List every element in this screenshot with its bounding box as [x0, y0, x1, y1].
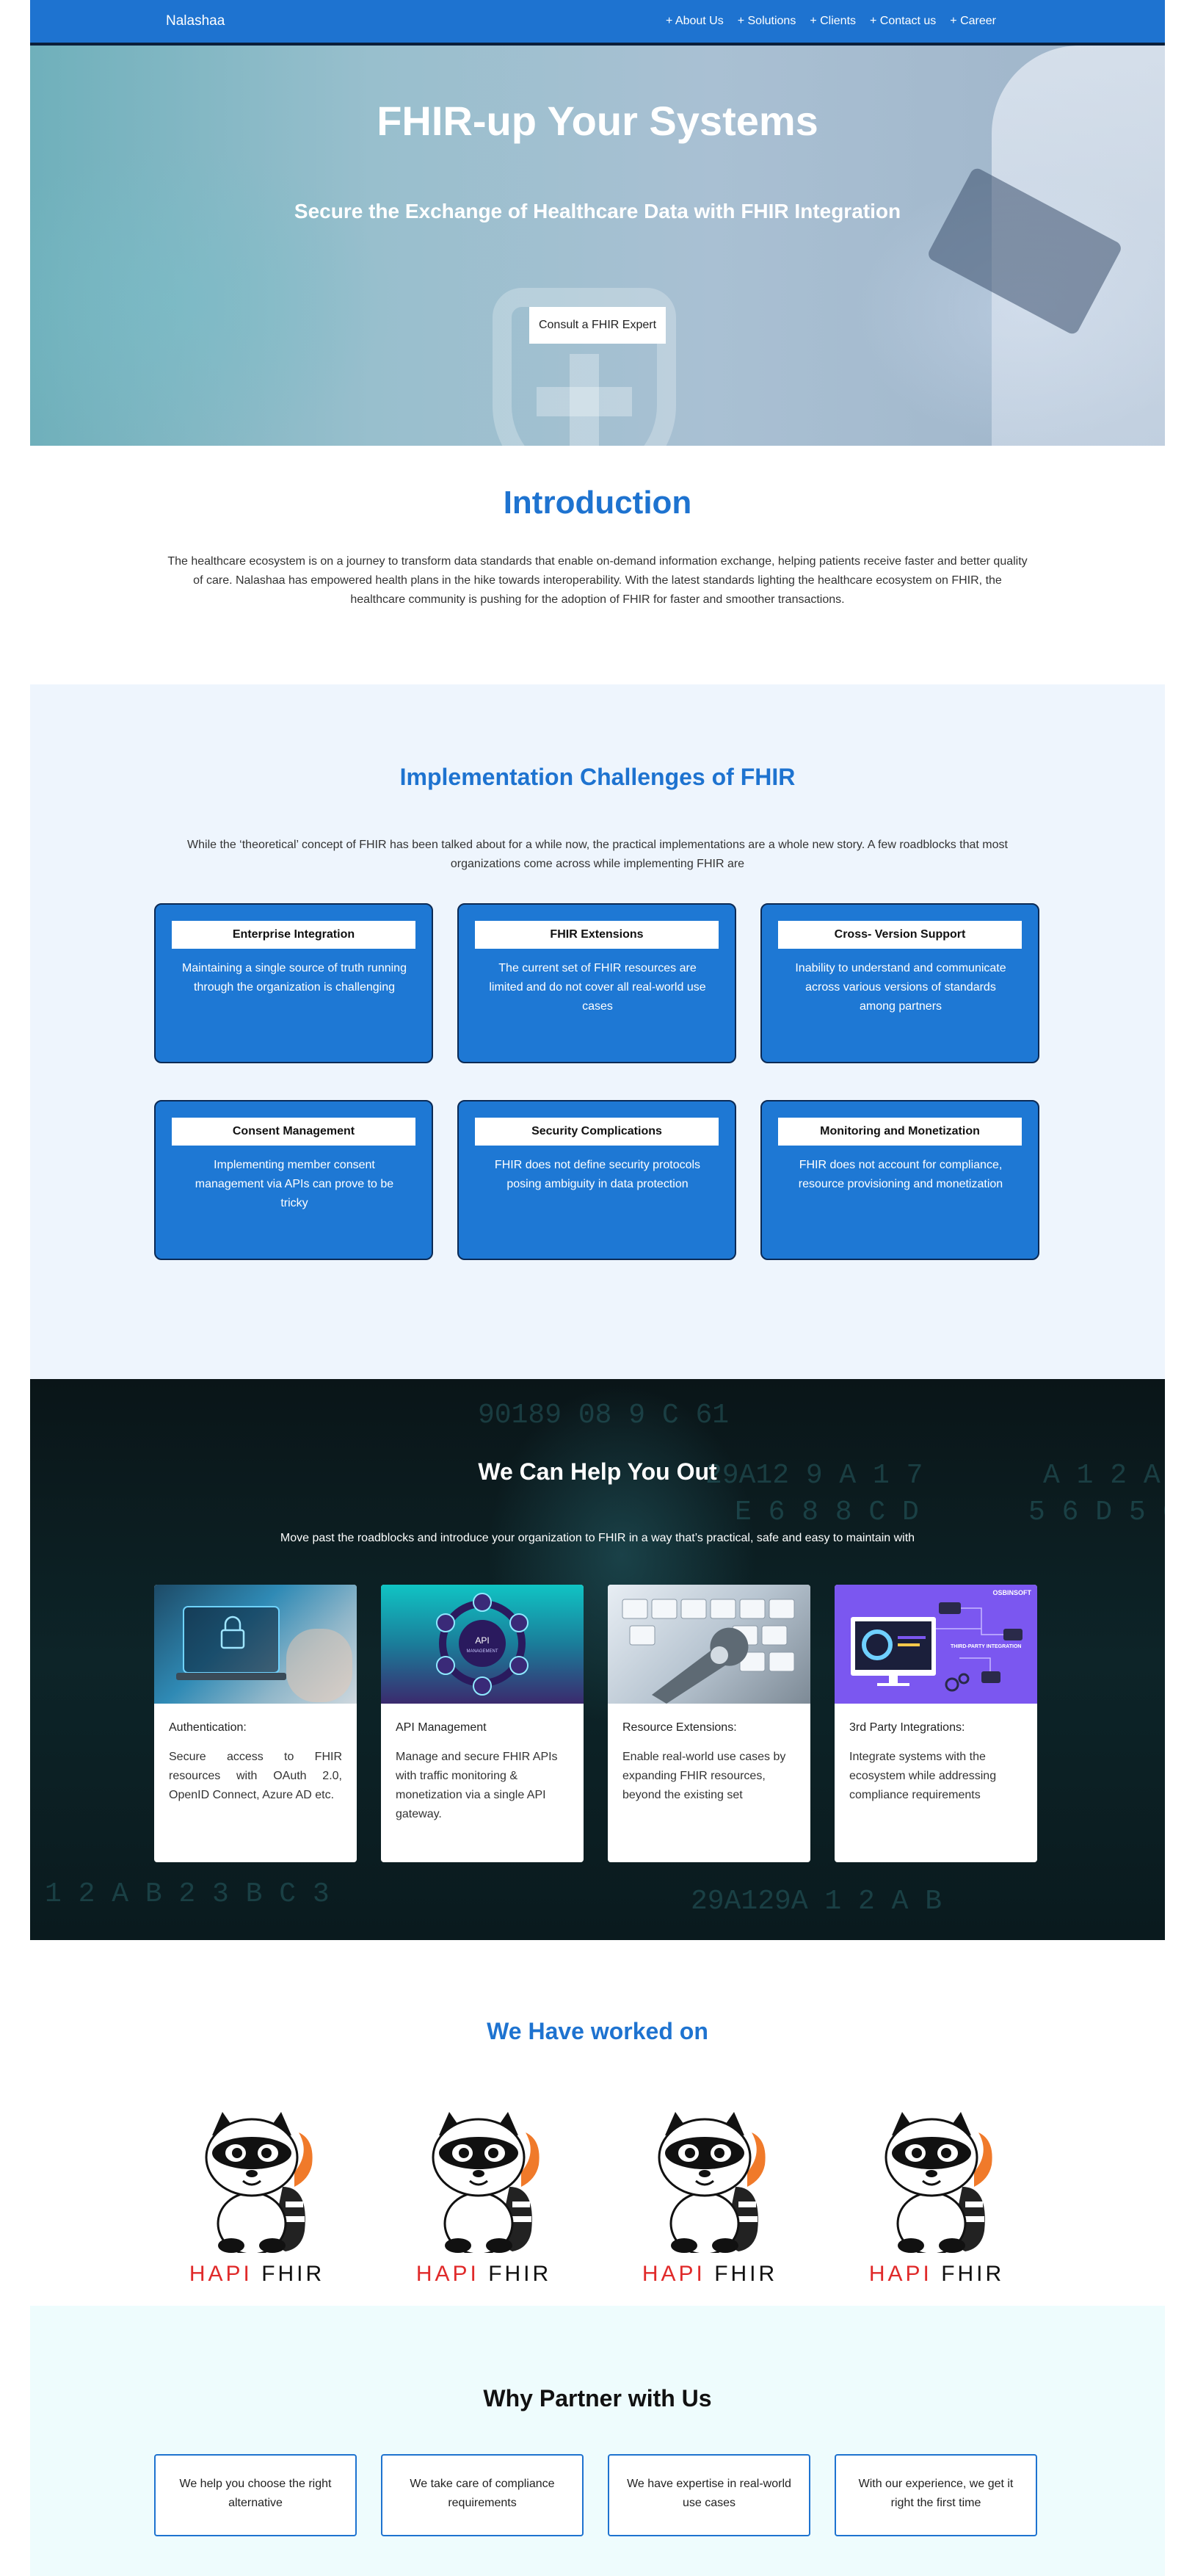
osbinsoft-logo: OSBINSOFT — [992, 1589, 1031, 1596]
challenges-title: Implementation Challenges of FHIR — [399, 764, 796, 790]
service-card-api-management: API MANAGEMENT API Management Manage and… — [381, 1585, 584, 1862]
consult-expert-button[interactable]: Consult a FHIR Expert — [529, 307, 666, 344]
partner-title: Why Partner with Us — [483, 2385, 712, 2412]
challenge-card-desc: The current set of FHIR resources are li… — [489, 962, 706, 1013]
intro-text: The healthcare ecosystem is on a journey… — [167, 555, 1028, 606]
challenge-card-label: Security Complications — [475, 1118, 719, 1146]
hapi-fhir-wordmark: HAPI FHIR — [867, 2262, 1006, 2287]
authentication-image — [154, 1585, 357, 1704]
challenge-card-fhir-extensions: FHIR Extensions The current set of FHIR … — [457, 903, 736, 1063]
fhir-text: FHIR — [714, 2262, 778, 2286]
challenge-card-label: Consent Management — [172, 1118, 415, 1146]
integration-dashboard-icon: OSBINSOFT THIRD-PARTY INTEGRATION — [851, 1589, 1031, 1692]
raccoon-mascot-icon — [432, 2112, 540, 2256]
help-title: We Can Help You Out — [478, 1458, 717, 1485]
service-card-name: API Management — [396, 1721, 487, 1734]
service-card-name: Resource Extensions: — [622, 1721, 737, 1734]
partner-card-text: We help you choose the right alternative — [179, 2478, 332, 2509]
challenge-card-desc: Implementing member consent management v… — [195, 1159, 394, 1209]
service-card-resource-extensions: Resource Extensions: Enable real-world u… — [608, 1585, 810, 1862]
background-hex-text: 5 6 D 5 6 D E — [1028, 1497, 1165, 1528]
service-card-name: Authentication: — [169, 1721, 247, 1734]
background-hex-text: 1 2 A B 2 3 B C 3 — [45, 1878, 330, 1910]
service-card-authentication: Authentication: Secure access to FHIR re… — [154, 1585, 357, 1862]
partner-section: Why Partner with Us We help you choose t… — [30, 2306, 1165, 2576]
challenge-card-monitoring-monetization: Monitoring and Monetization FHIR does no… — [760, 1100, 1039, 1260]
resource-extensions-image — [608, 1585, 810, 1704]
intro-title: Introduction — [503, 485, 692, 521]
challenges-text: While the ‘theoretical’ concept of FHIR … — [187, 839, 1008, 870]
hapi-text: HAPI — [642, 2262, 705, 2286]
partner-card: We take care of compliance requirements — [381, 2454, 584, 2536]
hapi-fhir-logo: HAPI FHIR — [414, 2106, 553, 2290]
service-card-desc: Enable real-world use cases by expanding… — [622, 1751, 786, 1801]
challenge-card-desc: FHIR does not define security protocols … — [494, 1159, 701, 1190]
challenge-card-label: Enterprise Integration — [172, 921, 415, 949]
api-hub-sublabel: MANAGEMENT — [466, 1649, 498, 1654]
partner-card: We have expertise in real-world use case… — [608, 2454, 810, 2536]
background-hex-text: E 6 8 8 C D — [735, 1497, 919, 1528]
challenge-card-label: Cross- Version Support — [778, 921, 1022, 949]
hapi-text: HAPI — [868, 2262, 932, 2286]
nav-link-about-us[interactable]: + About Us — [666, 15, 724, 28]
raccoon-mascot-icon — [205, 2112, 313, 2256]
fhir-text: FHIR — [941, 2262, 1005, 2286]
service-card-desc: Secure access to FHIR resources with OAu… — [169, 1751, 342, 1801]
raccoon-mascot-icon — [658, 2112, 766, 2256]
brand-logo-link[interactable]: Nalashaa — [166, 13, 225, 29]
challenge-card-security-complications: Security Complications FHIR does not def… — [457, 1100, 736, 1260]
hapi-fhir-wordmark: HAPI FHIR — [640, 2262, 780, 2287]
top-navbar: Nalashaa + About Us + Solutions + Client… — [30, 0, 1165, 46]
help-text: Move past the roadblocks and introduce y… — [280, 1532, 915, 1544]
partner-card: We help you choose the right alternative — [154, 2454, 357, 2536]
challenge-card-label: Monitoring and Monetization — [778, 1118, 1022, 1146]
challenge-card-desc: Maintaining a single source of truth run… — [182, 962, 407, 994]
hero-banner: FHIR-up Your Systems Secure the Exchange… — [30, 46, 1165, 446]
fhir-text: FHIR — [488, 2262, 552, 2286]
challenge-card-desc: Inability to understand and communicate … — [795, 962, 1006, 1013]
api-hub-icon: API MANAGEMENT — [436, 1593, 529, 1696]
nav-link-solutions[interactable]: + Solutions — [738, 15, 796, 28]
third-party-caption: THIRD-PARTY INTEGRATION — [951, 1644, 1021, 1649]
fhir-text: FHIR — [261, 2262, 325, 2286]
challenge-card-cross-version-support: Cross- Version Support Inability to unde… — [760, 903, 1039, 1063]
hapi-fhir-logo: HAPI FHIR — [640, 2106, 780, 2290]
worked-on-title: We Have worked on — [487, 2018, 708, 2044]
partner-card: With our experience, we get it right the… — [835, 2454, 1037, 2536]
hapi-fhir-wordmark: HAPI FHIR — [187, 2262, 327, 2287]
medical-cross-icon-bar — [537, 387, 632, 416]
background-hex-text: 29A129A 1 2 A B — [691, 1886, 942, 1917]
api-hub-label: API — [475, 1635, 489, 1646]
challenge-card-consent-management: Consent Management Implementing member c… — [154, 1100, 433, 1260]
help-section: 90189 08 9 C 61 29A12 9 A 1 7 E 6 8 8 C … — [30, 1379, 1165, 1940]
nav-link-contact-us[interactable]: + Contact us — [870, 15, 936, 28]
nav-link-clients[interactable]: + Clients — [810, 15, 856, 28]
challenge-card-label: FHIR Extensions — [475, 921, 719, 949]
service-card-desc: Integrate systems with the ecosystem whi… — [849, 1751, 997, 1801]
hero-subtitle: Secure the Exchange of Healthcare Data w… — [294, 200, 901, 222]
challenges-section: Implementation Challenges of FHIR While … — [30, 684, 1165, 1379]
api-management-image: API MANAGEMENT — [381, 1585, 584, 1704]
nav-links: + About Us + Solutions + Clients + Conta… — [666, 15, 996, 28]
service-card-third-party-integrations: OSBINSOFT THIRD-PARTY INTEGRATION 3rd Pa… — [835, 1585, 1037, 1862]
partner-card-text: We take care of compliance requirements — [410, 2478, 555, 2509]
hapi-fhir-logo: HAPI FHIR — [187, 2106, 327, 2290]
hapi-fhir-logo: HAPI FHIR — [867, 2106, 1006, 2290]
hapi-fhir-wordmark: HAPI FHIR — [414, 2262, 553, 2287]
lock-icon — [176, 1606, 352, 1702]
hapi-text: HAPI — [415, 2262, 479, 2286]
hapi-text: HAPI — [189, 2262, 253, 2286]
wrench-keyboard-icon — [622, 1599, 795, 1704]
partner-card-text: With our experience, we get it right the… — [858, 2478, 1014, 2509]
service-card-desc: Manage and secure FHIR APIs with traffic… — [396, 1751, 558, 1820]
service-card-name: 3rd Party Integrations: — [849, 1721, 965, 1734]
challenge-card-desc: FHIR does not account for compliance, re… — [798, 1159, 1003, 1190]
background-hex-text: 90189 08 9 C 61 — [478, 1400, 730, 1431]
partner-card-text: We have expertise in real-world use case… — [627, 2478, 791, 2509]
challenge-card-enterprise-integration: Enterprise Integration Maintaining a sin… — [154, 903, 433, 1063]
nav-link-career[interactable]: + Career — [950, 15, 996, 28]
raccoon-mascot-icon — [885, 2112, 992, 2256]
hero-title: FHIR-up Your Systems — [377, 98, 818, 144]
third-party-integration-image: OSBINSOFT THIRD-PARTY INTEGRATION — [835, 1585, 1037, 1704]
